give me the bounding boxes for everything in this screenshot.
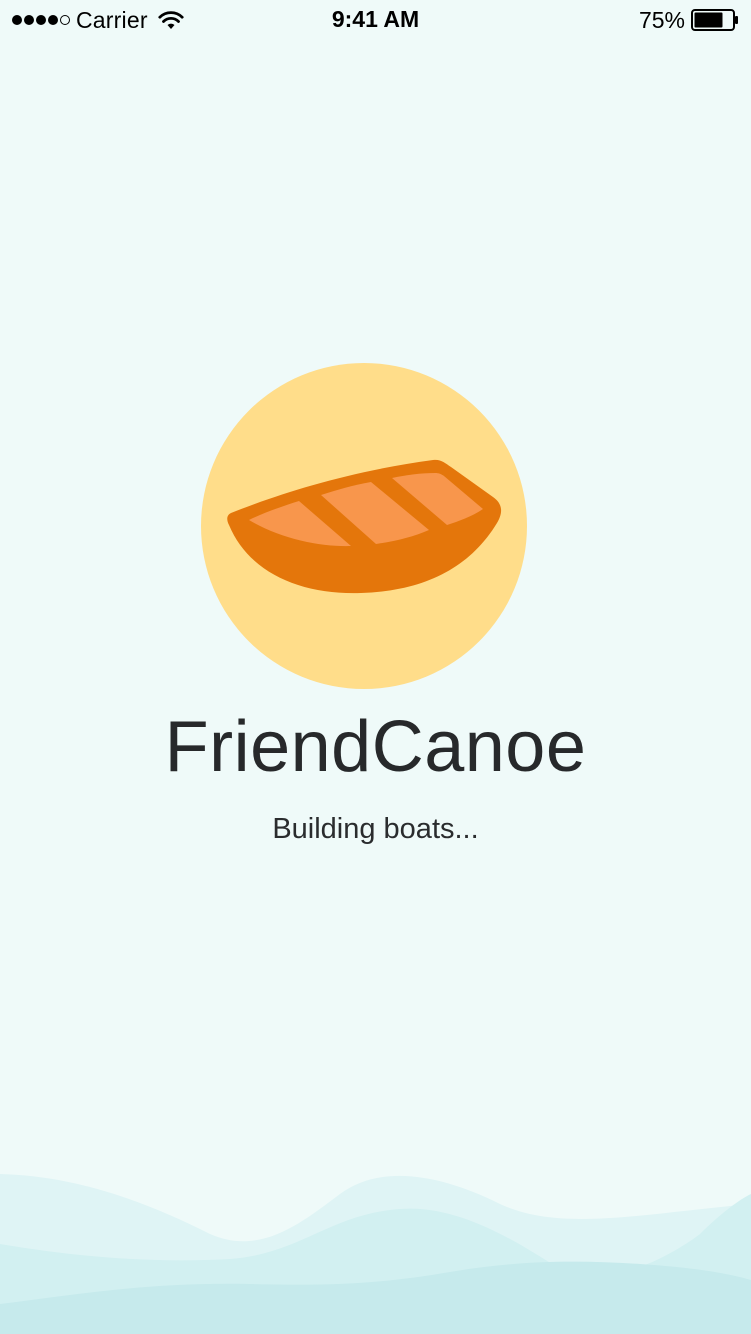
app-title: FriendCanoe: [164, 707, 587, 787]
app-logo: [201, 363, 527, 689]
status-bar: Carrier 9:41 AM 75%: [0, 0, 751, 40]
loading-message: Building boats...: [272, 813, 479, 845]
status-right: 75%: [638, 6, 739, 33]
battery-percent: 75%: [638, 6, 685, 33]
canoe-icon: [227, 459, 502, 594]
wave-decoration: [0, 1174, 751, 1334]
battery-icon: [691, 9, 738, 31]
